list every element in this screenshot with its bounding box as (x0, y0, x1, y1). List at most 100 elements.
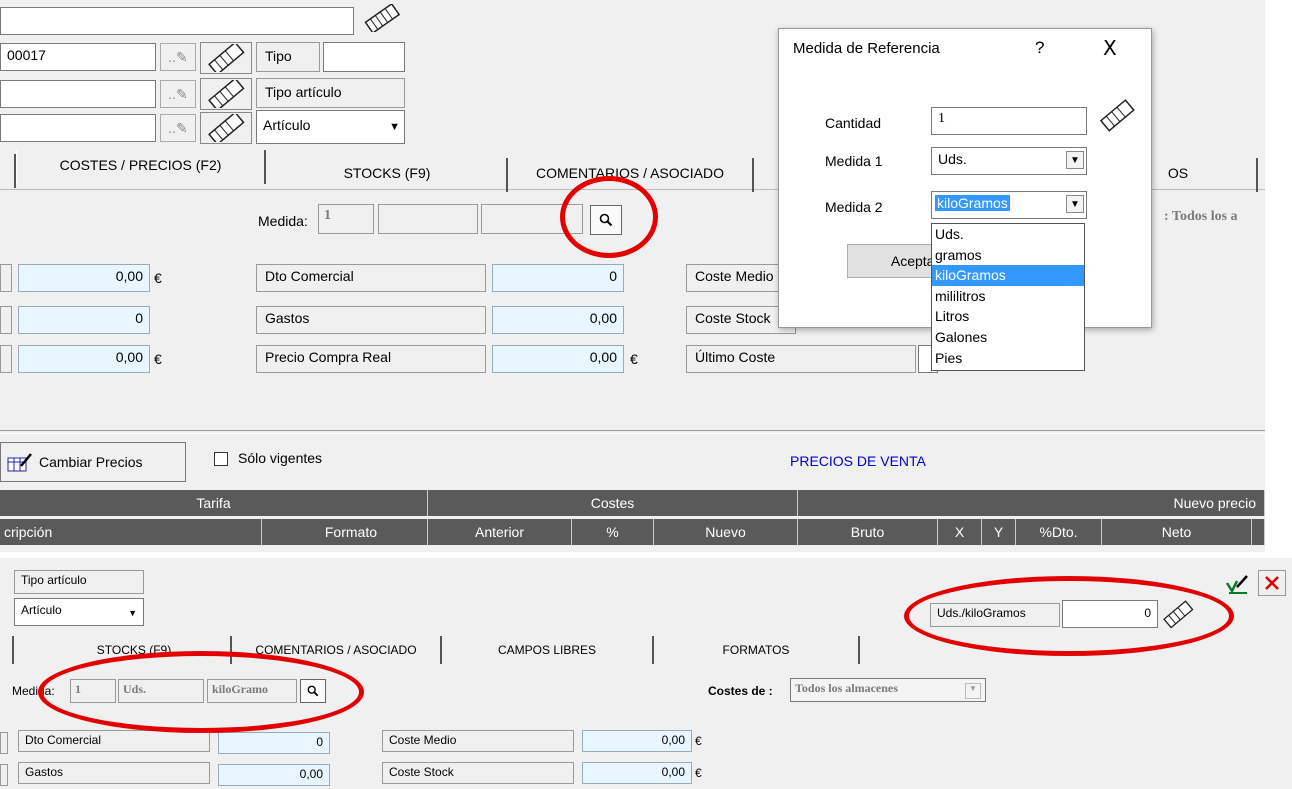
bottom-row-2-label: Gastos (18, 762, 210, 784)
dropdown-option[interactable]: mililitros (932, 286, 1084, 307)
row-3-value2[interactable]: 0,00 (492, 345, 624, 373)
bottom-tipo-articulo-label: Tipo artículo (14, 570, 144, 594)
bottom-tab-campos-libres[interactable]: CAMPOS LIBRES (442, 636, 654, 664)
medida-unit2-field[interactable] (481, 204, 583, 234)
bottom-tab-left-edge (0, 636, 14, 664)
bottom-row-1-value2[interactable]: 0,00 (582, 730, 692, 752)
separator (0, 430, 1265, 434)
row-3-label: Precio Compra Real (256, 345, 486, 373)
cantidad-input[interactable]: 1 (931, 107, 1087, 135)
medida-unit1-field[interactable] (378, 204, 478, 234)
bottom-articulo-select[interactable]: Artículo ▼ (14, 598, 144, 626)
top-blank-field[interactable] (0, 7, 354, 35)
dropdown-option[interactable]: Galones (932, 327, 1084, 348)
col-formato[interactable]: Formato (262, 519, 428, 545)
col-descripcion[interactable]: cripción (0, 519, 262, 545)
articulo-select[interactable]: Artículo ▼ (256, 110, 405, 144)
bottom-row-2-value2[interactable]: 0,00 (582, 762, 692, 784)
cambiar-precios-label: Cambiar Precios (39, 454, 143, 470)
search-button[interactable] (590, 205, 622, 235)
confirm-edit-icon[interactable] (1224, 572, 1250, 596)
close-icon[interactable] (1258, 570, 1286, 596)
bottom-medida-value[interactable]: 1 (70, 679, 116, 703)
ratio-label: Uds./kiloGramos (930, 603, 1060, 627)
precios-venta-title: PRECIOS DE VENTA (790, 453, 926, 469)
medida-label: Medida: (258, 213, 308, 229)
dropdown-option[interactable]: gramos (932, 245, 1084, 266)
code-field[interactable]: 00017 (0, 43, 156, 71)
col-dto[interactable]: %Dto. (1016, 519, 1102, 545)
chevron-down-icon: ▼ (128, 608, 137, 618)
col-bruto[interactable]: Bruto (798, 519, 938, 545)
edit-pen-icon[interactable]: ..✎ (160, 114, 196, 142)
col-extra (1252, 519, 1265, 545)
tab-stocks[interactable]: STOCKS (F9) (268, 158, 508, 192)
costes-de-select[interactable]: Todos los almacenes ▼ (790, 678, 986, 702)
magnifier-icon (307, 685, 319, 697)
row-3-unit2: € (630, 351, 638, 367)
pencil-eraser-icon[interactable] (360, 3, 404, 33)
bottom-row-1-unit2: € (695, 734, 702, 748)
col-anterior[interactable]: Anterior (428, 519, 572, 545)
solo-vigentes-checkbox[interactable] (214, 452, 228, 466)
bottom-tab-stocks[interactable]: STOCKS (F9) (38, 636, 232, 664)
medida2-select[interactable]: kiloGramos ▼ (931, 191, 1087, 219)
edit-pen-icon[interactable]: ..✎ (160, 43, 196, 71)
col-nuevo[interactable]: Nuevo (654, 519, 798, 545)
bottom-articulo-value: Artículo (21, 603, 62, 617)
bottom-row-2-label2: Coste Stock (382, 762, 574, 784)
tipo-articulo-label: Tipo artículo (256, 78, 405, 108)
dropdown-option[interactable]: Litros (932, 306, 1084, 327)
bottom-tab-comentarios[interactable]: COMENTARIOS / ASOCIADO (232, 636, 442, 664)
bottom-search-button[interactable] (300, 679, 326, 703)
pencil-eraser-icon[interactable] (1095, 95, 1139, 135)
chevron-down-icon: ▼ (1066, 151, 1084, 169)
medida-value-field[interactable]: 1 (318, 204, 374, 234)
row-1-value[interactable]: 0,00 (18, 264, 150, 292)
row-3-label3: Último Coste (686, 345, 916, 373)
pencil-eraser-icon[interactable] (1158, 597, 1198, 631)
row-2-value[interactable]: 0 (18, 306, 150, 334)
bottom-tab-formatos[interactable]: FORMATOS (654, 636, 860, 664)
pencil-eraser-icon[interactable] (200, 42, 252, 74)
row-3-unit: € (154, 351, 162, 367)
help-button[interactable]: ? (1035, 38, 1044, 58)
bottom-row-2-edge (0, 764, 8, 786)
dropdown-option[interactable]: Pies (932, 348, 1084, 369)
blank-field-2[interactable] (0, 80, 156, 108)
group-costes: Costes (428, 490, 798, 516)
row-3-value[interactable]: 0,00 (18, 345, 150, 373)
col-neto[interactable]: Neto (1102, 519, 1252, 545)
cambiar-precios-button[interactable]: Cambiar Precios (0, 442, 186, 482)
bottom-medida-unit2[interactable]: kiloGramo (207, 679, 297, 703)
blank-field-3[interactable] (0, 114, 156, 142)
tab-left-edge[interactable] (0, 154, 16, 188)
row-1-value2[interactable]: 0 (492, 264, 624, 292)
col-x[interactable]: X (938, 519, 982, 545)
medida1-select[interactable]: Uds. ▼ (931, 147, 1087, 175)
pencil-eraser-icon[interactable] (200, 112, 252, 144)
tab-comentarios[interactable]: COMENTARIOS / ASOCIADO (508, 158, 754, 192)
close-button[interactable]: X (1103, 36, 1117, 60)
bottom-medida-unit1[interactable]: Uds. (118, 679, 204, 703)
col-porcentaje[interactable]: % (572, 519, 654, 545)
row-3-left-edge (0, 345, 12, 373)
col-y[interactable]: Y (982, 519, 1016, 545)
edit-pen-icon[interactable]: ..✎ (160, 80, 196, 108)
pencil-eraser-icon[interactable] (200, 78, 252, 110)
table-edit-icon (7, 453, 32, 472)
row-2-label: Gastos (256, 306, 486, 334)
bottom-row-1-value[interactable]: 0 (218, 732, 330, 754)
chevron-down-icon: ▼ (389, 121, 400, 133)
ratio-value[interactable]: 0 (1062, 600, 1158, 628)
tipo-field[interactable] (323, 42, 405, 72)
dropdown-option[interactable]: Uds. (932, 224, 1084, 245)
costes-right-field[interactable]: : Todos los a (1158, 206, 1268, 234)
row-2-value2[interactable]: 0,00 (492, 306, 624, 334)
group-tarifa: Tarifa (0, 490, 428, 516)
dropdown-option-selected[interactable]: kiloGramos (932, 265, 1084, 286)
bottom-row-2-value[interactable]: 0,00 (218, 764, 330, 786)
chevron-down-icon: ▼ (965, 683, 981, 699)
row-1-left-edge (0, 264, 12, 292)
tab-costes-precios[interactable]: COSTES / PRECIOS (F2) (16, 150, 266, 184)
